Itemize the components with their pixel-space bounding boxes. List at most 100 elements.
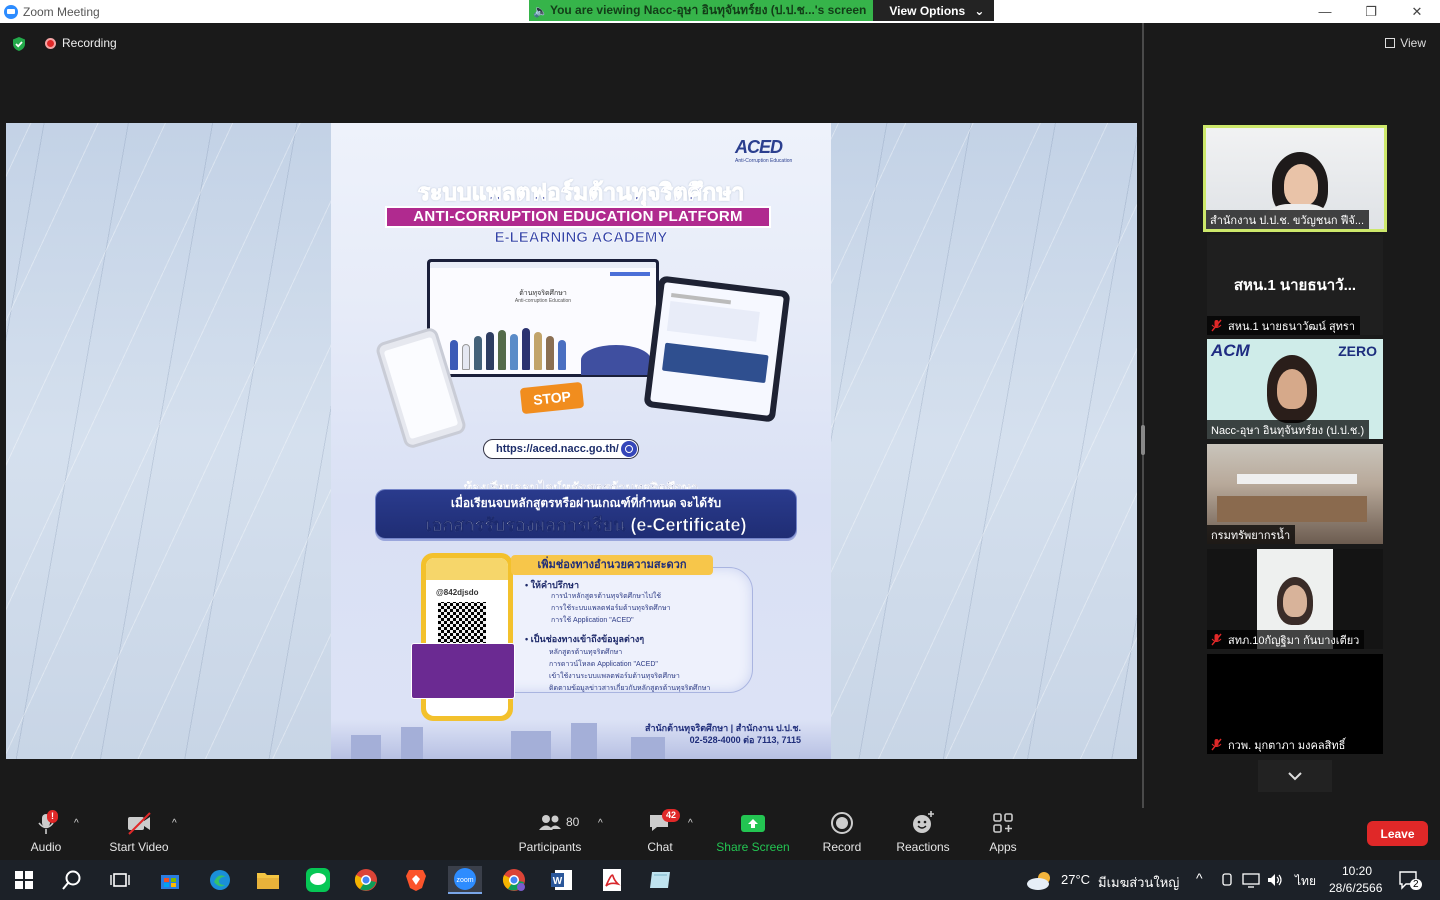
- chat-button[interactable]: 42 Chat: [644, 808, 681, 860]
- reactions-button[interactable]: Reactions: [894, 808, 952, 860]
- notes-app-icon[interactable]: [646, 866, 674, 894]
- panel-divider: [1142, 23, 1144, 808]
- poster-elearning-title: E-LEARNING ACADEMY: [494, 229, 668, 247]
- weather-temperature[interactable]: 27°C: [1061, 872, 1090, 887]
- weather-condition[interactable]: มีเมฆส่วนใหญ่: [1098, 872, 1179, 893]
- brave-icon[interactable]: [402, 866, 430, 894]
- aced-app-card: [411, 643, 515, 699]
- task-view-icon[interactable]: [106, 866, 134, 894]
- search-icon: [621, 441, 637, 457]
- shared-screen[interactable]: ACED Anti-Corruption Education ระบบแพลตฟ…: [6, 123, 1137, 759]
- participant-name: สำนักงาน ป.ป.ช. ขวัญชนก ฟีจั...: [1206, 210, 1370, 229]
- record-icon: [831, 812, 853, 834]
- zero-logo: ZERO: [1338, 343, 1377, 359]
- participant-tile-active[interactable]: สำนักงาน ป.ป.ช. ขวัญชนก ฟีจั...: [1203, 125, 1387, 232]
- convenience-header: เพิ่มช่องทางอำนวยความสะดวก: [511, 555, 713, 575]
- participant-tile[interactable]: สทภ.10กัญฐิมา กันบางเตียว: [1207, 549, 1383, 649]
- chat-options-caret[interactable]: ^: [688, 818, 693, 829]
- participant-tile[interactable]: กรมทรัพยากรน้ำ: [1207, 444, 1383, 544]
- hill-illustration: [581, 345, 651, 375]
- tablet-illustration: [643, 275, 791, 423]
- word-icon[interactable]: W: [548, 866, 576, 894]
- chevron-down-icon: ⌄: [974, 3, 985, 18]
- volume-icon[interactable]: [1266, 872, 1284, 888]
- acm-logo: ACM: [1211, 341, 1250, 360]
- meet-now-icon[interactable]: [1220, 872, 1234, 888]
- store-icon[interactable]: [156, 866, 184, 894]
- pdf-reader-icon[interactable]: [598, 866, 626, 894]
- clock-time[interactable]: 10:20: [1342, 864, 1372, 878]
- stop-sign: STOP: [519, 381, 585, 415]
- windows-start-icon[interactable]: [10, 866, 38, 894]
- audio-warning-badge: !: [47, 810, 58, 823]
- participants-icon: [539, 815, 561, 830]
- smiley-icon: [913, 811, 934, 833]
- people-illustration: [450, 328, 566, 370]
- minimize-button[interactable]: —: [1302, 0, 1348, 23]
- participants-button[interactable]: 80 Participants: [518, 808, 582, 860]
- mic-muted-icon: [1211, 633, 1222, 646]
- participant-name: กวพ. มุกตาภา มงคลสิทธิ์: [1207, 735, 1351, 754]
- record-button[interactable]: Record: [820, 808, 864, 860]
- chevron-up-icon[interactable]: ^: [1196, 870, 1203, 886]
- chrome-icon[interactable]: [352, 866, 380, 894]
- window-title: Zoom Meeting: [23, 4, 100, 19]
- chat-unread-badge: 42: [662, 809, 681, 822]
- notification-count: 2: [1410, 879, 1422, 890]
- participant-name: สหน.1 นายธนาวัฒน์ สุทรา: [1207, 316, 1361, 335]
- zoom-logo-icon: [4, 4, 18, 19]
- aced-poster: ACED Anti-Corruption Education ระบบแพลตฟ…: [331, 123, 831, 759]
- line-app-icon[interactable]: [304, 866, 332, 894]
- weather-cloud-icon[interactable]: [1026, 870, 1054, 890]
- participant-tile[interactable]: สหน.1 นายธนาวั... สหน.1 นายธนาวัฒน์ สุทร…: [1207, 235, 1383, 335]
- recording-indicator[interactable]: Recording: [45, 36, 117, 50]
- record-dot-icon: [45, 37, 56, 49]
- certificate-banner: เมื่อเรียนจบหลักสูตรหรือผ่านเกณฑ์ที่กำหน…: [375, 489, 797, 539]
- participant-tile[interactable]: ACM ZERO Nacc-อุษา อินทุจันทร์ยง (ป.ป.ช.…: [1207, 339, 1383, 439]
- meeting-top-strip: Recording View: [0, 23, 1440, 63]
- bullet-access: • เป็นช่องทางเข้าถึงข้อมูลต่างๆ: [525, 634, 645, 644]
- video-options-caret[interactable]: ^: [172, 818, 177, 829]
- view-button[interactable]: View: [1385, 36, 1426, 50]
- panel-resize-handle[interactable]: [1141, 425, 1145, 455]
- leave-button[interactable]: Leave: [1367, 821, 1428, 846]
- edge-icon[interactable]: [206, 866, 234, 894]
- view-options-button[interactable]: View Options ⌄: [873, 0, 995, 21]
- security-shield-icon[interactable]: [11, 36, 27, 52]
- participant-name: Nacc-อุษา อินทุจันทร์ยง (ป.ป.ช.): [1207, 420, 1370, 439]
- apps-button[interactable]: Apps: [986, 808, 1020, 860]
- windows-taskbar: zoom W 27°C มีเมฆส่วนใหญ่ ^ ไทย 10:20 28…: [0, 860, 1440, 900]
- file-explorer-icon[interactable]: [254, 866, 282, 894]
- zoom-taskbar-icon[interactable]: zoom: [448, 866, 482, 894]
- participant-name: สทภ.10กัญฐิมา กันบางเตียว: [1207, 630, 1365, 649]
- bullet-consulting: • ให้คำปรึกษา: [525, 580, 580, 590]
- mic-muted-icon: [1211, 738, 1222, 751]
- search-icon[interactable]: [58, 866, 86, 894]
- speaker-icon: 🔈: [533, 3, 548, 18]
- svg-text:zoom: zoom: [456, 877, 473, 884]
- restore-button[interactable]: ❐: [1348, 0, 1394, 23]
- audio-button[interactable]: ! Audio: [26, 808, 66, 860]
- share-screen-icon: [741, 815, 765, 832]
- mic-muted-icon: [1211, 319, 1222, 332]
- participant-display-name: สหน.1 นายธนาวั...: [1233, 277, 1357, 294]
- video-off-icon: [128, 812, 151, 835]
- poster-url: https://aced.nacc.go.th/: [483, 439, 639, 459]
- gallery-next-button[interactable]: [1258, 760, 1332, 792]
- participant-tile[interactable]: กวพ. มุกตาภา มงคลสิทธิ์: [1207, 654, 1383, 754]
- chrome-profile-icon[interactable]: [500, 866, 528, 894]
- audio-options-caret[interactable]: ^: [74, 818, 79, 829]
- clock-date[interactable]: 28/6/2566: [1329, 881, 1382, 895]
- participants-options-caret[interactable]: ^: [598, 818, 603, 829]
- close-button[interactable]: ✕: [1394, 0, 1440, 23]
- share-screen-button[interactable]: Share Screen: [716, 808, 790, 860]
- apps-icon: [993, 813, 1013, 833]
- title-bar: Zoom Meeting 🔈 You are viewing Nacc-อุษา…: [0, 0, 1440, 23]
- participant-name: กรมทรัพยากรน้ำ: [1207, 525, 1296, 544]
- aced-logo: ACED Anti-Corruption Education: [735, 137, 793, 164]
- network-icon[interactable]: [1242, 872, 1260, 888]
- qr-code: [438, 602, 486, 648]
- sharing-banner: 🔈 You are viewing Nacc-อุษา อินทุจันทร์ย…: [529, 0, 995, 21]
- input-language[interactable]: ไทย: [1295, 872, 1316, 891]
- start-video-button[interactable]: Start Video: [104, 808, 174, 860]
